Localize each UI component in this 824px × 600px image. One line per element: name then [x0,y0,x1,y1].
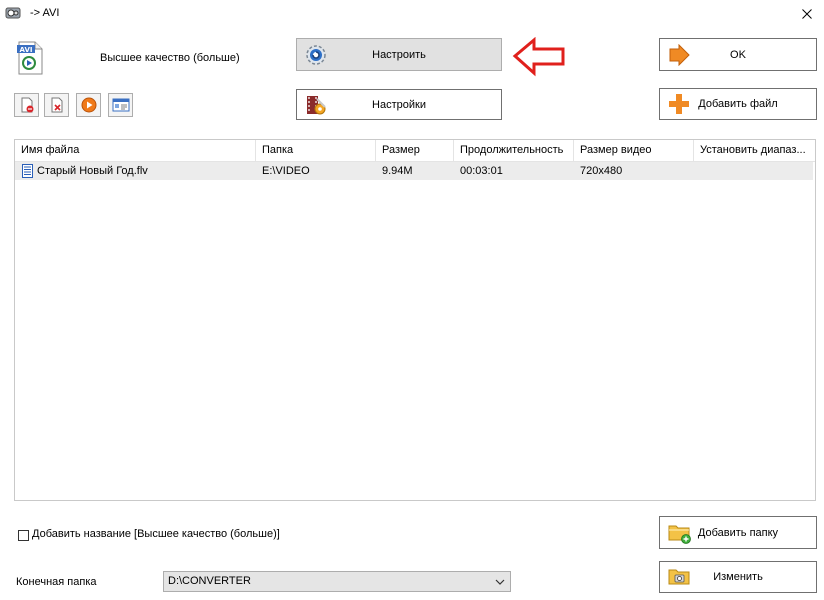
ok-arrow-icon [669,43,690,66]
cell-folder: E:\VIDEO [262,165,310,177]
remove-file-button[interactable] [14,93,39,117]
gear-icon [306,44,326,65]
change-button[interactable]: Изменить [659,561,817,593]
media-info-button[interactable] [108,93,133,117]
close-button[interactable] [790,0,824,28]
table-row[interactable]: Старый Новый Год.flv E:\VIDEO 9.94M 00:0… [15,162,813,180]
close-icon [802,9,812,19]
file-list-header: Имя файла Папка Размер Продолжительность… [15,140,815,162]
play-button[interactable] [76,93,101,117]
configure-button[interactable]: Настроить [296,38,502,71]
chevron-down-icon [495,579,505,585]
film-settings-icon [307,95,326,114]
column-header-range[interactable]: Установить диапаз... [694,140,815,162]
configure-button-label: Настроить [372,48,426,61]
add-name-label[interactable]: Добавить название [Высшее качество (боль… [32,528,280,540]
window-title: -> AVI [30,7,60,19]
cell-duration: 00:03:01 [460,165,503,177]
title-bar: -> AVI [0,0,824,28]
cell-video-size: 720x480 [580,165,623,177]
add-folder-button[interactable]: Добавить папку [659,516,817,549]
settings-button[interactable]: Настройки [296,89,502,120]
red-arrow-icon [512,37,565,77]
column-header-duration[interactable]: Продолжительность [454,140,574,162]
column-header-video-size[interactable]: Размер видео [574,140,694,162]
column-header-name[interactable]: Имя файла [15,140,256,162]
folder-camera-icon [668,569,690,585]
destination-value: D:\CONVERTER [168,575,251,587]
avi-badge: AVI [20,46,33,54]
preset-label: Высшее качество (больше) [100,52,240,64]
cell-size: 9.94M [382,165,413,177]
plus-icon [669,94,689,114]
ok-button[interactable]: OK [659,38,817,71]
destination-label: Конечная папка [16,576,97,588]
settings-button-label: Настройки [372,98,426,111]
app-icon [5,7,21,19]
destination-select[interactable]: D:\CONVERTER [163,571,511,592]
add-name-checkbox[interactable] [18,530,29,541]
avi-preset-icon: AVI [17,41,43,75]
file-list[interactable]: Имя файла Папка Размер Продолжительность… [14,139,816,501]
add-folder-icon [668,525,691,544]
play-icon [81,97,96,113]
remove-file-icon [21,97,33,113]
media-info-icon [112,98,129,112]
delete-icon [51,97,62,113]
cell-file-name: Старый Новый Год.flv [37,165,148,177]
add-file-button[interactable]: Добавить файл [659,88,817,120]
column-header-size[interactable]: Размер [376,140,454,162]
delete-button[interactable] [44,93,69,117]
column-header-folder[interactable]: Папка [256,140,376,162]
cell-range [694,162,700,180]
